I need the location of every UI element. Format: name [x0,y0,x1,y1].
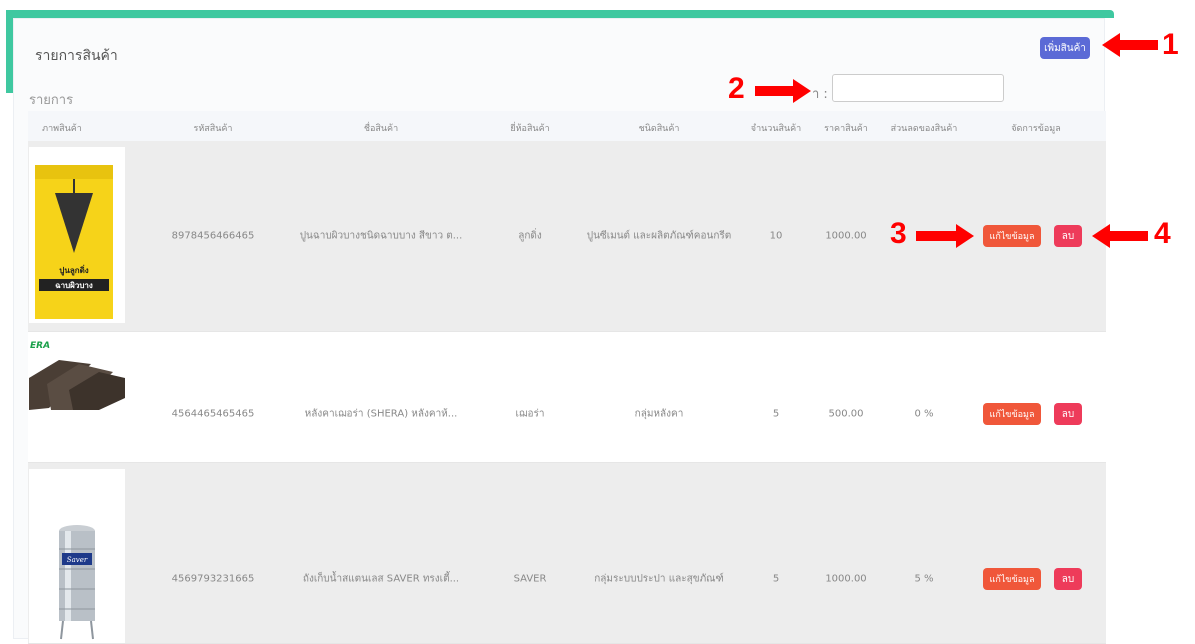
product-price: 500.00 [828,408,864,420]
product-type: กลุ่มหลังคา [634,408,684,420]
product-brand: เฌอร่า [515,408,545,420]
header-actions: จัดการข้อมูล [1011,124,1061,134]
product-name: หลังคาเฌอร่า (SHERA) หลังคาห้... [304,408,458,420]
delete-button[interactable]: ลบ [1054,225,1082,247]
annotation-arrow-icon [755,79,811,103]
product-code: 8978456466465 [171,230,255,242]
header-discount: ส่วนลดของสินค้า [890,124,958,134]
delete-button[interactable]: ลบ [1054,403,1082,425]
bag-title-text: ปูนลูกดิ่ง [59,264,88,276]
add-product-button[interactable]: เพิ่มสินค้า [1040,37,1090,59]
header-brand: ยี่ห้อสินค้า [510,124,550,134]
search-input[interactable] [832,74,1004,102]
product-discount: 5 % [914,573,934,585]
header-price: ราคาสินค้า [824,124,868,134]
product-name: ปูนฉาบผิวบางชนิดฉาบบาง สีขาว ต... [299,230,463,242]
table-header: ภาพสินค้า รหัสสินค้า ชื่อสินค้า ยี่ห้อสิ… [28,111,1106,142]
card-accent-top [8,10,1114,18]
tank-brand-label: Saver [67,556,88,564]
annotation-label-1: 1 [1162,28,1179,61]
annotation-label-3: 3 [890,217,907,250]
product-qty: 5 [772,408,780,420]
product-price: 1000.00 [825,573,867,585]
product-code: 4569793231665 [171,573,255,585]
header-code: รหัสสินค้า [193,124,233,134]
product-type: กลุ่มระบบประปา และสุขภัณฑ์ [594,573,724,585]
product-discount: 0 % [914,408,934,420]
product-list-card: รายการสินค้า เพิ่มสินค้า รายการ า : ภาพส… [13,18,1106,644]
bag-subtitle-text: ฉาบผิวบาง [55,281,93,290]
roof-brand-logo: ERA [30,341,50,351]
annotation-arrow-icon [916,224,974,248]
product-code: 4564465465465 [171,408,255,420]
product-qty: 5 [772,573,780,585]
page-title: รายการสินค้า [35,48,118,64]
product-brand: SAVER [513,573,547,585]
product-image-roof: ERA [29,338,125,410]
header-image: ภาพสินค้า [42,124,82,134]
annotation-arrow-icon [1102,33,1158,57]
table-row: ERA 4564465465465 หลังคาเฌอร่า (SHERA) ห… [28,332,1106,463]
table-row: Saver 4569793231665 ถังเก็บน้ำสแตนเลส SA… [28,463,1106,644]
annotation-arrow-icon [1092,224,1148,248]
header-type: ชนิดสินค้า [638,124,680,134]
edit-button[interactable]: แก้ไขข้อมูล [983,403,1041,425]
product-type: ปูนซีเมนต์ และผลิตภัณฑ์คอนกรีต [586,230,732,242]
list-label: รายการ [29,93,74,108]
header-name: ชื่อสินค้า [363,124,399,134]
product-image-cement-bag: ปูนลูกดิ่ง ฉาบผิวบาง [29,147,125,323]
product-image-water-tank: Saver [29,469,125,643]
header-qty: จำนวนสินค้า [750,124,802,134]
annotation-label-2: 2 [728,72,745,105]
delete-button[interactable]: ลบ [1054,568,1082,590]
search-label: า : [812,87,828,102]
annotation-label-4: 4 [1154,217,1171,250]
edit-button[interactable]: แก้ไขข้อมูล [983,225,1041,247]
product-name: ถังเก็บน้ำสแตนเลส SAVER ทรงเตี้... [302,573,460,585]
edit-button[interactable]: แก้ไขข้อมูล [983,568,1041,590]
product-price: 1000.00 [825,230,867,242]
product-qty: 10 [769,230,783,242]
product-brand: ลูกดิ่ง [518,230,542,242]
